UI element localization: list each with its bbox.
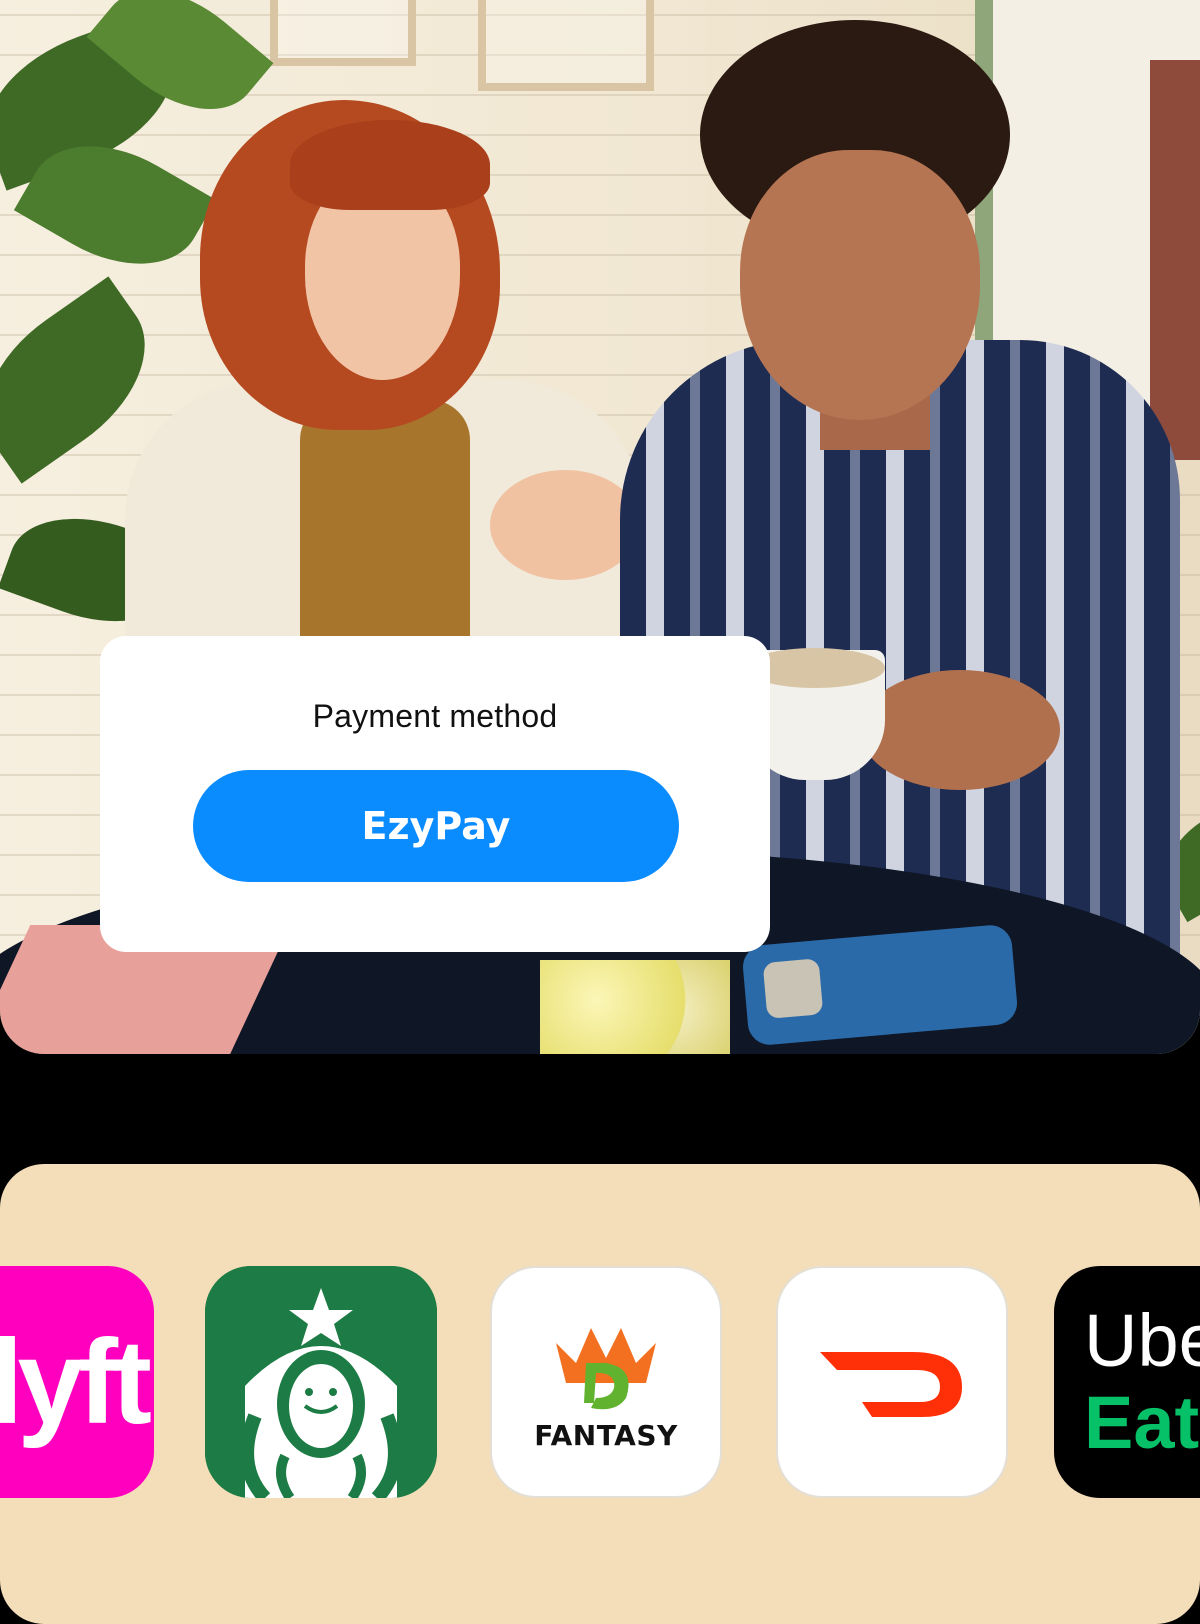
woman-bangs — [290, 120, 490, 210]
doordash-app-icon[interactable] — [776, 1266, 1008, 1498]
woman-top — [300, 400, 470, 660]
ezypay-button[interactable]: EzyPay — [193, 770, 679, 882]
man-face — [740, 150, 980, 420]
starbucks-siren-icon — [205, 1266, 437, 1498]
flowers — [540, 960, 730, 1054]
app-tray: lyft FANTASY Ube Eat — [0, 1164, 1200, 1624]
payment-method-title: Payment method — [312, 698, 558, 734]
lyft-app-icon[interactable]: lyft — [0, 1266, 154, 1498]
draftkings-crown-icon — [556, 1327, 656, 1409]
lyft-logo-text: lyft — [0, 1315, 152, 1449]
brick-column — [1150, 60, 1200, 460]
fantasy-label: FANTASY — [534, 1418, 678, 1452]
man-hand — [860, 670, 1060, 790]
payment-method-card: Payment method EzyPay — [100, 636, 770, 952]
starbucks-app-icon[interactable] — [205, 1266, 437, 1498]
wall-frame — [270, 0, 416, 66]
doordash-icon — [820, 1352, 962, 1417]
uber-eats-line1: Ube — [1084, 1299, 1200, 1382]
draftkings-fantasy-app-icon[interactable]: FANTASY — [490, 1266, 722, 1498]
woman-hand — [490, 470, 640, 580]
uber-eats-app-icon[interactable]: Ube Eat — [1054, 1266, 1200, 1498]
wall-frame — [478, 0, 654, 91]
phone-camera — [762, 958, 824, 1019]
uber-eats-line2: Eat — [1084, 1381, 1200, 1464]
